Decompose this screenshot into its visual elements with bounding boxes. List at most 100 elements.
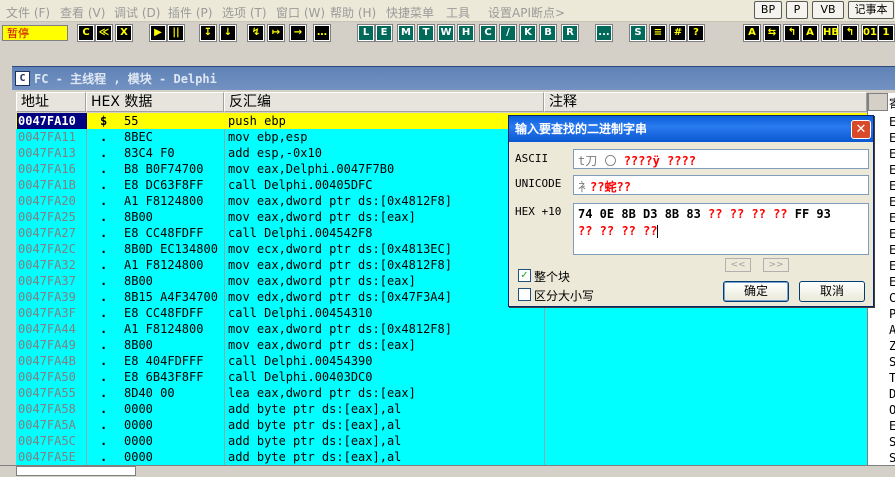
toolbar-button[interactable]: ↰ [841, 24, 859, 42]
toolbar-button-glyph: || [172, 27, 180, 38]
toolbar-button-glyph: ≪ [98, 27, 110, 38]
row-hex: 0000 [124, 402, 153, 416]
binary-search-dialog: 输入要查找的二进制字串 ✕ ASCII t刀 〇 ????ÿ ???? UNIC… [508, 115, 874, 307]
row-address: 0047FA49 [18, 338, 76, 352]
column-comment[interactable]: 注释 [544, 92, 867, 112]
cancel-button[interactable]: 取消 [799, 281, 865, 302]
notepad-button[interactable]: 记事本 [848, 1, 894, 19]
toolbar-button[interactable]: C [479, 24, 497, 42]
table-row[interactable]: 0047FA49. 8B00 mov eax,dword ptr ds:[eax] [16, 337, 867, 353]
toolbar-button[interactable]: ↓ [219, 24, 237, 42]
hex-input[interactable]: 74 0E 8B D3 8B 83 ?? ?? ?? ?? FF 93?? ??… [573, 203, 869, 255]
toolbar-button[interactable]: HB [821, 24, 839, 42]
menu-item[interactable]: 设置API断点> [488, 4, 565, 21]
toolbar-button[interactable]: X [115, 24, 133, 42]
toolbar-button-glyph: L [362, 27, 370, 38]
toolbar-button[interactable]: ↦ [267, 24, 285, 42]
register-label: E [889, 131, 895, 145]
table-row[interactable]: 0047FA5C. 0000 add byte ptr ds:[eax],al [16, 433, 867, 449]
bp-button[interactable]: BP [754, 1, 782, 19]
toolbar-button[interactable]: # [669, 24, 687, 42]
toolbar-button[interactable]: S [629, 24, 647, 42]
menu-item[interactable]: 帮助 (H) [330, 4, 376, 21]
toolbar-button[interactable]: E [375, 24, 393, 42]
toolbar-button[interactable]: || [167, 24, 185, 42]
table-row[interactable]: 0047FA3F. E8 CC48FDFF call Delphi.00454310 [16, 305, 867, 321]
unicode-value-prefix: 衤 [578, 180, 591, 194]
p-button[interactable]: P [786, 1, 808, 19]
table-row[interactable]: 0047FA55. 8D40 00 lea eax,dword ptr ds:[ea… [16, 385, 867, 401]
toolbar-spacer [0, 44, 895, 66]
toolbar-button[interactable]: 0101 [861, 24, 891, 42]
prev-history-button[interactable]: << [725, 258, 751, 272]
row-disassembly: mov eax,dword ptr ds:[eax] [228, 210, 416, 224]
whole-block-checkbox[interactable]: ✓ [518, 269, 531, 282]
unicode-label: UNICODE [515, 177, 562, 190]
table-row[interactable]: 0047FA50. E8 6B43F8FF call Delphi.00403DC0 [16, 369, 867, 385]
table-row[interactable]: 0047FA5A. 0000 add byte ptr ds:[eax],al [16, 417, 867, 433]
toolbar-button[interactable]: A [801, 24, 819, 42]
register-label: E [889, 419, 895, 433]
menu-item[interactable]: 插件 (P) [168, 4, 212, 21]
unicode-input[interactable]: 衤??䖳?? [573, 175, 869, 195]
column-hex[interactable]: HEX 数据 [86, 92, 224, 112]
table-row[interactable]: 0047FA44. A1 F8124800 mov eax,dword ptr ds… [16, 321, 867, 337]
toolbar-button[interactable]: / [499, 24, 517, 42]
toolbar-button[interactable]: H [457, 24, 475, 42]
menu-item[interactable]: 调试 (D) [114, 4, 160, 21]
ok-button[interactable]: 确定 [723, 281, 789, 302]
toolbar-button[interactable]: ↧ [199, 24, 217, 42]
next-history-button[interactable]: >> [763, 258, 789, 272]
ascii-input[interactable]: t刀 〇 ????ÿ ???? [573, 149, 869, 169]
hex-label: HEX +10 [515, 205, 562, 218]
toolbar-button[interactable]: R [561, 24, 579, 42]
row-marker: . [100, 306, 108, 320]
table-row[interactable]: 0047FA4B. E8 404FDFFF call Delphi.00454390 [16, 353, 867, 369]
toolbar-button[interactable]: ⇆ [763, 24, 781, 42]
toolbar-button[interactable]: C [77, 24, 95, 42]
table-row[interactable]: 0047FA5E. 0000 add byte ptr ds:[eax],al [16, 449, 867, 465]
register-label: O [889, 403, 895, 417]
menu-item[interactable]: 窗口 (W) [276, 4, 325, 21]
toolbar-button[interactable]: T [417, 24, 435, 42]
column-address[interactable]: 地址 [16, 92, 86, 112]
toolbar-button-glyph: # [673, 27, 683, 38]
toolbar-button[interactable]: 1 [877, 24, 895, 42]
toolbar-button[interactable]: ↰ [783, 24, 801, 42]
menu-item[interactable]: 快捷菜单 [386, 4, 434, 21]
toolbar-button[interactable]: A [743, 24, 761, 42]
row-marker: . [100, 226, 108, 240]
row-marker: . [100, 162, 108, 176]
row-hex: 8B15 A4F34700 [124, 290, 218, 304]
menu-item[interactable]: 查看 (V) [60, 4, 105, 21]
toolbar-button[interactable]: W [437, 24, 455, 42]
scroll-up-button[interactable] [868, 93, 888, 111]
toolbar-button[interactable]: ≪ [95, 24, 113, 42]
row-marker: . [100, 194, 108, 208]
close-icon[interactable]: ✕ [851, 120, 871, 139]
column-disassembly[interactable]: 反汇编 [224, 92, 544, 112]
toolbar-button[interactable]: ≡ [649, 24, 667, 42]
row-marker: . [100, 322, 108, 336]
menu-item[interactable]: 工具 [446, 4, 470, 21]
row-disassembly: mov edx,dword ptr ds:[0x47F3A4] [228, 290, 452, 304]
toolbar-button[interactable]: B [539, 24, 557, 42]
toolbar-button[interactable]: L [357, 24, 375, 42]
toolbar-button[interactable]: … [313, 24, 331, 42]
case-sensitive-checkbox[interactable] [518, 288, 531, 301]
menu-item[interactable]: 文件 (F) [6, 4, 50, 21]
toolbar-button[interactable]: ? [687, 24, 705, 42]
toolbar-button[interactable]: K [519, 24, 537, 42]
row-disassembly: add byte ptr ds:[eax],al [228, 418, 402, 432]
register-label: P [889, 307, 895, 321]
toolbar-button-glyph: C [484, 27, 492, 38]
toolbar-button[interactable]: ... [595, 24, 613, 42]
toolbar-button[interactable]: ↯ [247, 24, 265, 42]
vb-button[interactable]: VB [812, 1, 844, 19]
horizontal-scrollbar[interactable] [16, 466, 136, 476]
table-row[interactable]: 0047FA58. 0000 add byte ptr ds:[eax],al [16, 401, 867, 417]
menu-item[interactable]: 选项 (T) [222, 4, 267, 21]
toolbar-button[interactable]: → [289, 24, 307, 42]
toolbar-button[interactable]: M [397, 24, 415, 42]
toolbar-button[interactable]: ▶ [149, 24, 167, 42]
